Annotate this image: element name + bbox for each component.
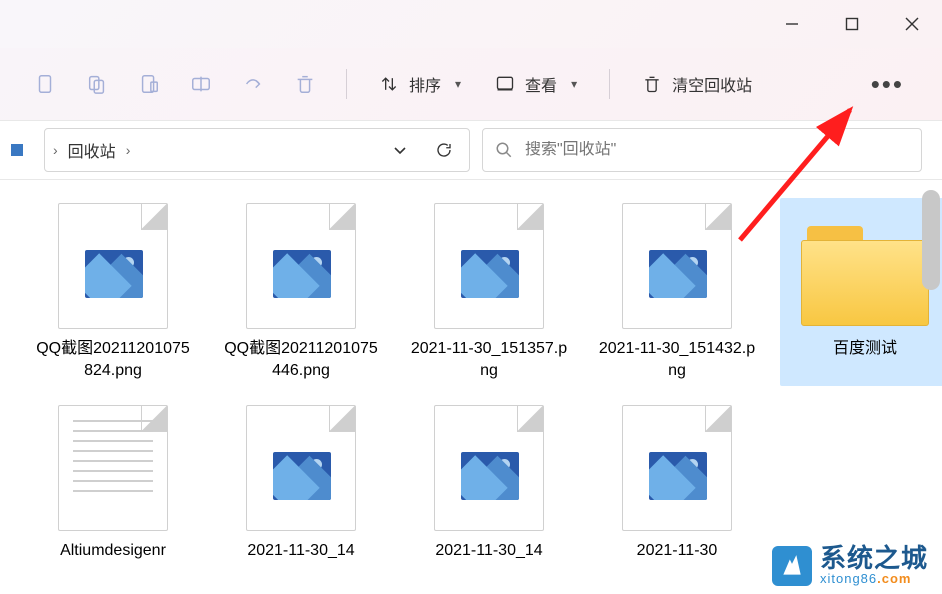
file-item[interactable]: QQ截图20211201075446.png: [216, 198, 386, 386]
item-label: 2021-11-30_151357.png: [409, 338, 569, 382]
item-label: Altiumdesigenr: [60, 540, 166, 562]
image-icon: [237, 202, 365, 330]
item-label: 2021-11-30_14: [247, 540, 354, 562]
file-item[interactable]: 2021-11-30_151432.png: [592, 198, 762, 386]
item-grid: QQ截图20211201075824.png QQ截图20211201075446…: [0, 180, 942, 584]
more-icon: •••: [871, 69, 904, 99]
cut-button[interactable]: [20, 62, 70, 106]
breadcrumb-location[interactable]: 回收站: [68, 138, 116, 162]
image-icon: [425, 202, 553, 330]
empty-recycle-button[interactable]: 清空回收站: [626, 62, 768, 106]
view-icon: [495, 74, 515, 94]
refresh-button[interactable]: [427, 133, 461, 167]
title-bar: [0, 0, 942, 48]
up-level-icon[interactable]: [6, 139, 28, 161]
chevron-down-icon: ▾: [571, 77, 577, 91]
address-bar-row: › 回收站 ›: [0, 120, 942, 180]
file-item[interactable]: 2021-11-30_14: [216, 400, 386, 566]
image-icon: [613, 202, 741, 330]
item-label: 百度测试: [833, 338, 897, 360]
sort-button[interactable]: 排序 ▾: [363, 62, 477, 106]
maximize-button[interactable]: [822, 0, 882, 48]
folder-item[interactable]: 百度测试: [780, 198, 942, 386]
file-item[interactable]: 2021-11-30: [592, 400, 762, 566]
file-item[interactable]: QQ截图20211201075824.png: [28, 198, 198, 386]
rename-button[interactable]: [176, 62, 226, 106]
image-icon: [49, 202, 177, 330]
share-button[interactable]: [228, 62, 278, 106]
more-options-button[interactable]: •••: [853, 69, 922, 100]
content-area: QQ截图20211201075824.png QQ截图20211201075446…: [0, 180, 942, 594]
view-button[interactable]: 查看 ▾: [479, 62, 593, 106]
image-icon: [425, 404, 553, 532]
breadcrumb[interactable]: › 回收站 ›: [44, 128, 470, 172]
delete-button[interactable]: [280, 62, 330, 106]
paste-button[interactable]: [124, 62, 174, 106]
search-input[interactable]: [525, 141, 909, 159]
file-item[interactable]: Altiumdesigenr: [28, 400, 198, 566]
folder-icon: [801, 202, 929, 330]
chevron-down-icon: ▾: [455, 77, 461, 91]
history-dropdown-button[interactable]: [383, 133, 417, 167]
item-label: QQ截图20211201075824.png: [33, 338, 193, 382]
item-label: 2021-11-30_151432.png: [597, 338, 757, 382]
chevron-right-icon: ›: [126, 142, 131, 158]
scrollbar-thumb[interactable]: [922, 190, 940, 290]
chevron-right-icon: ›: [53, 142, 58, 158]
text-icon: [49, 404, 177, 532]
search-box[interactable]: [482, 128, 922, 172]
sort-icon: [379, 74, 399, 94]
sort-label: 排序: [409, 72, 441, 96]
toolbar: 排序 ▾ 查看 ▾ 清空回收站 •••: [0, 48, 942, 120]
item-label: 2021-11-30: [637, 540, 718, 562]
minimize-button[interactable]: [762, 0, 822, 48]
image-icon: [613, 404, 741, 532]
file-item[interactable]: 2021-11-30_151357.png: [404, 198, 574, 386]
item-label: 2021-11-30_14: [435, 540, 542, 562]
file-item[interactable]: 2021-11-30_14: [404, 400, 574, 566]
item-label: QQ截图20211201075446.png: [221, 338, 381, 382]
trash-icon: [642, 74, 662, 94]
view-label: 查看: [525, 72, 557, 96]
copy-button[interactable]: [72, 62, 122, 106]
toolbar-separator: [346, 69, 347, 99]
search-icon: [495, 141, 513, 159]
toolbar-separator: [609, 69, 610, 99]
close-button[interactable]: [882, 0, 942, 48]
image-icon: [237, 404, 365, 532]
empty-recycle-label: 清空回收站: [672, 72, 752, 96]
